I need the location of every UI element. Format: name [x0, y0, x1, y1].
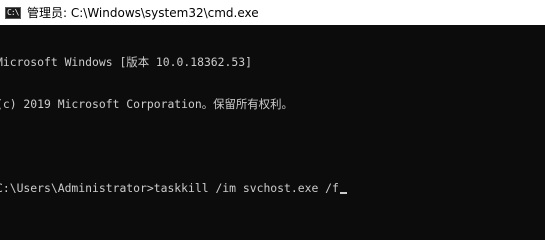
console-line-version: Microsoft Windows [版本 10.0.18362.53]	[0, 55, 252, 69]
cmd-icon: C:\	[5, 6, 21, 19]
command-input[interactable]: C:\Users\Administrator>taskkill /im svch…	[0, 181, 339, 195]
text-cursor	[339, 192, 347, 194]
title-bar[interactable]: C:\ 管理员: C:\Windows\system32\cmd.exe	[0, 0, 545, 25]
command-prompt-line[interactable]: C:\Users\Administrator>taskkill /im svch…	[0, 181, 545, 195]
console-output[interactable]: Microsoft Windows [版本 10.0.18362.53] (c)…	[0, 27, 545, 238]
cmd-icon-glyph: C:\	[7, 7, 19, 17]
cmd-window: C:\ 管理员: C:\Windows\system32\cmd.exe Mic…	[0, 0, 545, 238]
window-title: 管理员: C:\Windows\system32\cmd.exe	[27, 6, 259, 20]
console-line-copyright: (c) 2019 Microsoft Corporation。保留所有权利。	[0, 97, 293, 111]
